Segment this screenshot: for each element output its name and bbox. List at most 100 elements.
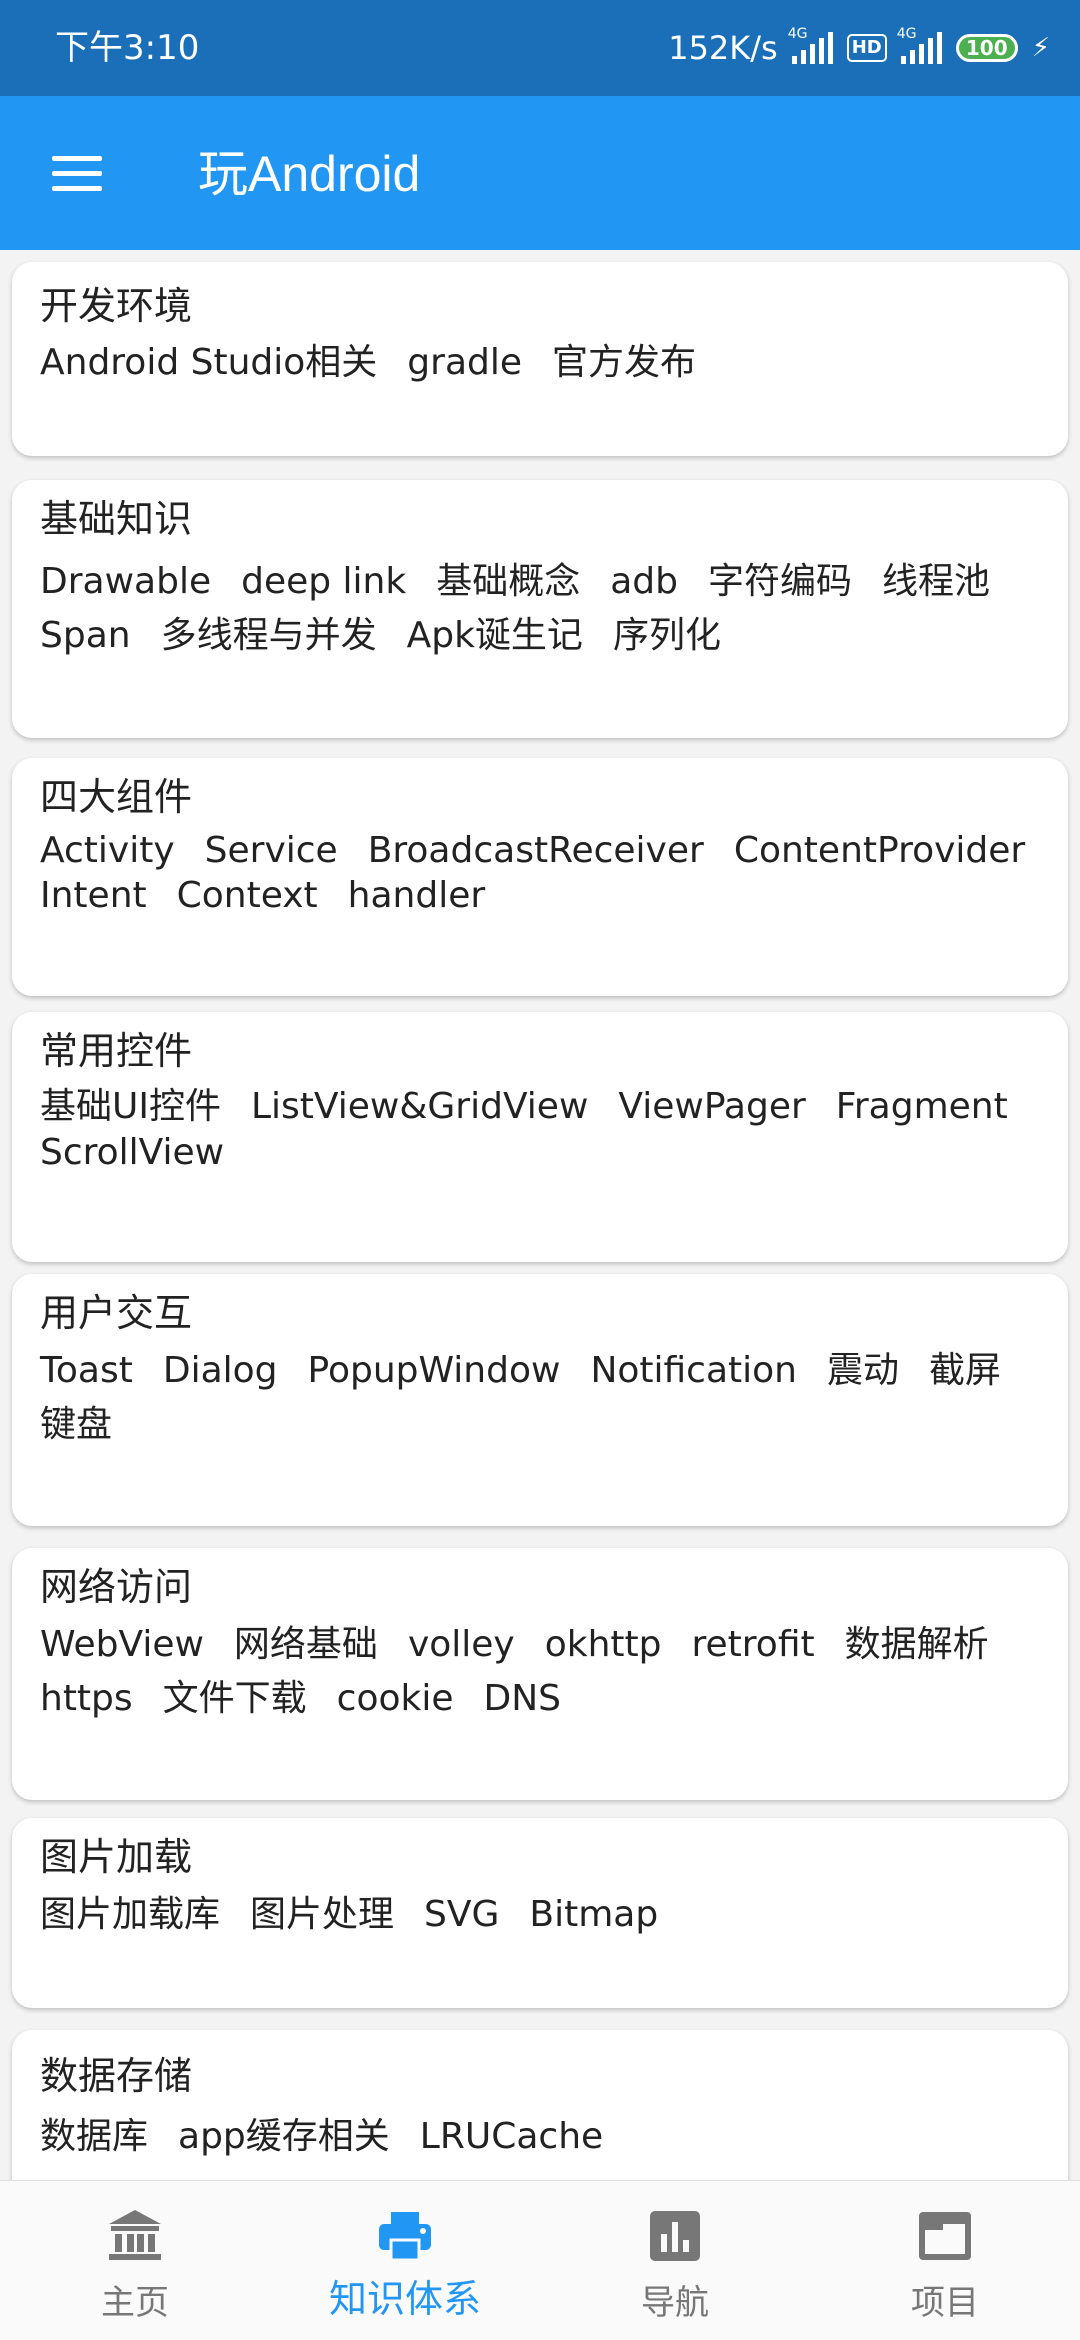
- card-title: 图片加载: [40, 1835, 193, 1879]
- card-interaction[interactable]: 用户交互 Toast Dialog PopupWindow Notificati…: [12, 1274, 1068, 1526]
- screen: 下午3:10 152K/s 4G HD 4G 100 ⚡ 玩Android 开发…: [0, 0, 1080, 2340]
- tag-item[interactable]: 线程池: [882, 555, 990, 609]
- tag-item[interactable]: 文件下载: [163, 1672, 307, 1726]
- nav-knowledge-label: 知识体系: [328, 2277, 481, 2321]
- tag-item[interactable]: adb: [610, 555, 678, 609]
- status-bar: 下午3:10 152K/s 4G HD 4G 100 ⚡: [0, 0, 1080, 96]
- tag-item[interactable]: BroadcastReceiver: [368, 828, 704, 873]
- folder-tab-icon: [919, 2212, 971, 2260]
- tag-item[interactable]: Drawable: [40, 555, 211, 609]
- hamburger-menu-icon[interactable]: [52, 156, 102, 192]
- tag-item[interactable]: cookie: [337, 1672, 454, 1726]
- tag-item[interactable]: deep link: [241, 555, 406, 609]
- tag-item[interactable]: Dialog: [163, 1344, 278, 1398]
- tag-item[interactable]: 数据库: [40, 2110, 148, 2164]
- tag-item[interactable]: 序列化: [613, 609, 721, 663]
- bar-chart-icon: [650, 2211, 700, 2261]
- card-title: 常用控件: [40, 1029, 193, 1073]
- card-basics[interactable]: 基础知识 Drawable deep link 基础概念 adb 字符编码 线程…: [12, 480, 1068, 738]
- tag-item[interactable]: LRUCache: [420, 2110, 603, 2164]
- tag-item[interactable]: retrofit: [692, 1618, 815, 1672]
- card-title: 开发环境: [40, 284, 193, 328]
- tag-item[interactable]: DNS: [484, 1672, 562, 1726]
- card-title: 四大组件: [40, 775, 193, 819]
- tag-item[interactable]: app缓存相关: [178, 2110, 390, 2164]
- tag-item[interactable]: 数据解析: [845, 1618, 989, 1672]
- card-tags: Drawable deep link 基础概念 adb 字符编码 线程池 Spa…: [40, 555, 1028, 663]
- card-widgets[interactable]: 常用控件 基础UI控件 ListView&GridView ViewPager …: [12, 1012, 1068, 1262]
- network-speed: 152K/s: [668, 29, 778, 67]
- card-tags: 图片加载库 图片处理 SVG Bitmap: [40, 1890, 1028, 1940]
- tag-item[interactable]: PopupWindow: [308, 1344, 561, 1398]
- tag-item[interactable]: WebView: [40, 1618, 204, 1672]
- card-components[interactable]: 四大组件 Activity Service BroadcastReceiver …: [12, 758, 1068, 996]
- hd-icon: HD: [846, 34, 887, 62]
- card-title: 数据存储: [40, 2054, 193, 2098]
- nav-navigation-label: 导航: [641, 2283, 709, 2323]
- tag-item[interactable]: Apk诞生记: [407, 609, 583, 663]
- printer-icon: [379, 2212, 431, 2262]
- card-storage[interactable]: 数据存储 数据库 app缓存相关 LRUCache: [12, 2030, 1068, 2180]
- card-network[interactable]: 网络访问 WebView 网络基础 volley okhttp retrofit…: [12, 1548, 1068, 1800]
- tag-item[interactable]: 截屏: [929, 1344, 1001, 1398]
- tag-item[interactable]: volley: [408, 1618, 515, 1672]
- app-title: 玩Android: [198, 146, 421, 202]
- knowledge-list[interactable]: 开发环境 Android Studio相关 gradle 官方发布 基础知识 D…: [0, 250, 1080, 2180]
- nav-home[interactable]: 主页: [0, 2181, 270, 2340]
- tag-item[interactable]: https: [40, 1672, 133, 1726]
- tag-item[interactable]: 键盘: [40, 1398, 112, 1452]
- tag-item[interactable]: Fragment: [836, 1084, 1008, 1130]
- status-time: 下午3:10: [55, 28, 200, 68]
- nav-navigation[interactable]: 导航: [540, 2181, 810, 2340]
- tag-item[interactable]: Service: [205, 828, 338, 873]
- card-tags: Android Studio相关 gradle 官方发布: [40, 339, 1028, 387]
- tag-item[interactable]: ListView&GridView: [251, 1084, 588, 1130]
- card-tags: 数据库 app缓存相关 LRUCache: [40, 2110, 1028, 2164]
- signal-4g-icon: 4G: [788, 26, 833, 64]
- tag-item[interactable]: SVG: [424, 1890, 499, 1940]
- card-tags: WebView 网络基础 volley okhttp retrofit 数据解析…: [40, 1618, 1028, 1726]
- tag-item[interactable]: ContentProvider: [734, 828, 1025, 873]
- tag-item[interactable]: 图片加载库: [40, 1890, 220, 1940]
- nav-projects[interactable]: 项目: [810, 2181, 1080, 2340]
- tag-item[interactable]: Intent: [40, 873, 147, 918]
- tag-item[interactable]: 网络基础: [234, 1618, 378, 1672]
- battery-icon: 100: [955, 34, 1018, 62]
- bottom-navigation: 主页 知识体系 导航 项目: [0, 2180, 1080, 2340]
- tag-item[interactable]: handler: [348, 873, 486, 918]
- tag-item[interactable]: 官方发布: [552, 339, 696, 387]
- app-bar: 玩Android: [0, 96, 1080, 250]
- card-tags: Toast Dialog PopupWindow Notification 震动…: [40, 1344, 1028, 1452]
- bank-icon: [109, 2210, 161, 2260]
- tag-item[interactable]: 基础UI控件: [40, 1084, 221, 1130]
- status-indicators: 152K/s 4G HD 4G 100 ⚡: [668, 22, 1050, 74]
- card-dev-env[interactable]: 开发环境 Android Studio相关 gradle 官方发布: [12, 262, 1068, 456]
- tag-item[interactable]: 基础概念: [436, 555, 580, 609]
- card-title: 用户交互: [40, 1291, 193, 1335]
- nav-knowledge[interactable]: 知识体系: [270, 2181, 540, 2340]
- tag-item[interactable]: Activity: [40, 828, 175, 873]
- signal-4g-label-2: 4G: [896, 26, 917, 42]
- signal-4g-label: 4G: [787, 26, 808, 42]
- tag-item[interactable]: Bitmap: [529, 1890, 658, 1940]
- card-title: 基础知识: [40, 497, 193, 541]
- nav-projects-label: 项目: [911, 2283, 979, 2323]
- tag-item[interactable]: ScrollView: [40, 1130, 224, 1176]
- tag-item[interactable]: Android Studio相关: [40, 339, 377, 387]
- signal-4g-icon-2: 4G: [897, 26, 942, 64]
- card-tags: Activity Service BroadcastReceiver Conte…: [40, 828, 1028, 918]
- tag-item[interactable]: okhttp: [545, 1618, 662, 1672]
- card-tags: 基础UI控件 ListView&GridView ViewPager Fragm…: [40, 1084, 1028, 1176]
- tag-item[interactable]: 震动: [827, 1344, 899, 1398]
- tag-item[interactable]: Span: [40, 609, 131, 663]
- tag-item[interactable]: Context: [177, 873, 318, 918]
- tag-item[interactable]: ViewPager: [618, 1084, 805, 1130]
- tag-item[interactable]: 多线程与并发: [161, 609, 377, 663]
- tag-item[interactable]: Toast: [40, 1344, 133, 1398]
- nav-home-label: 主页: [101, 2283, 169, 2323]
- tag-item[interactable]: Notification: [590, 1344, 797, 1398]
- tag-item[interactable]: gradle: [407, 339, 522, 387]
- tag-item[interactable]: 字符编码: [708, 555, 852, 609]
- card-image-loading[interactable]: 图片加载 图片加载库 图片处理 SVG Bitmap: [12, 1818, 1068, 2008]
- tag-item[interactable]: 图片处理: [250, 1890, 394, 1940]
